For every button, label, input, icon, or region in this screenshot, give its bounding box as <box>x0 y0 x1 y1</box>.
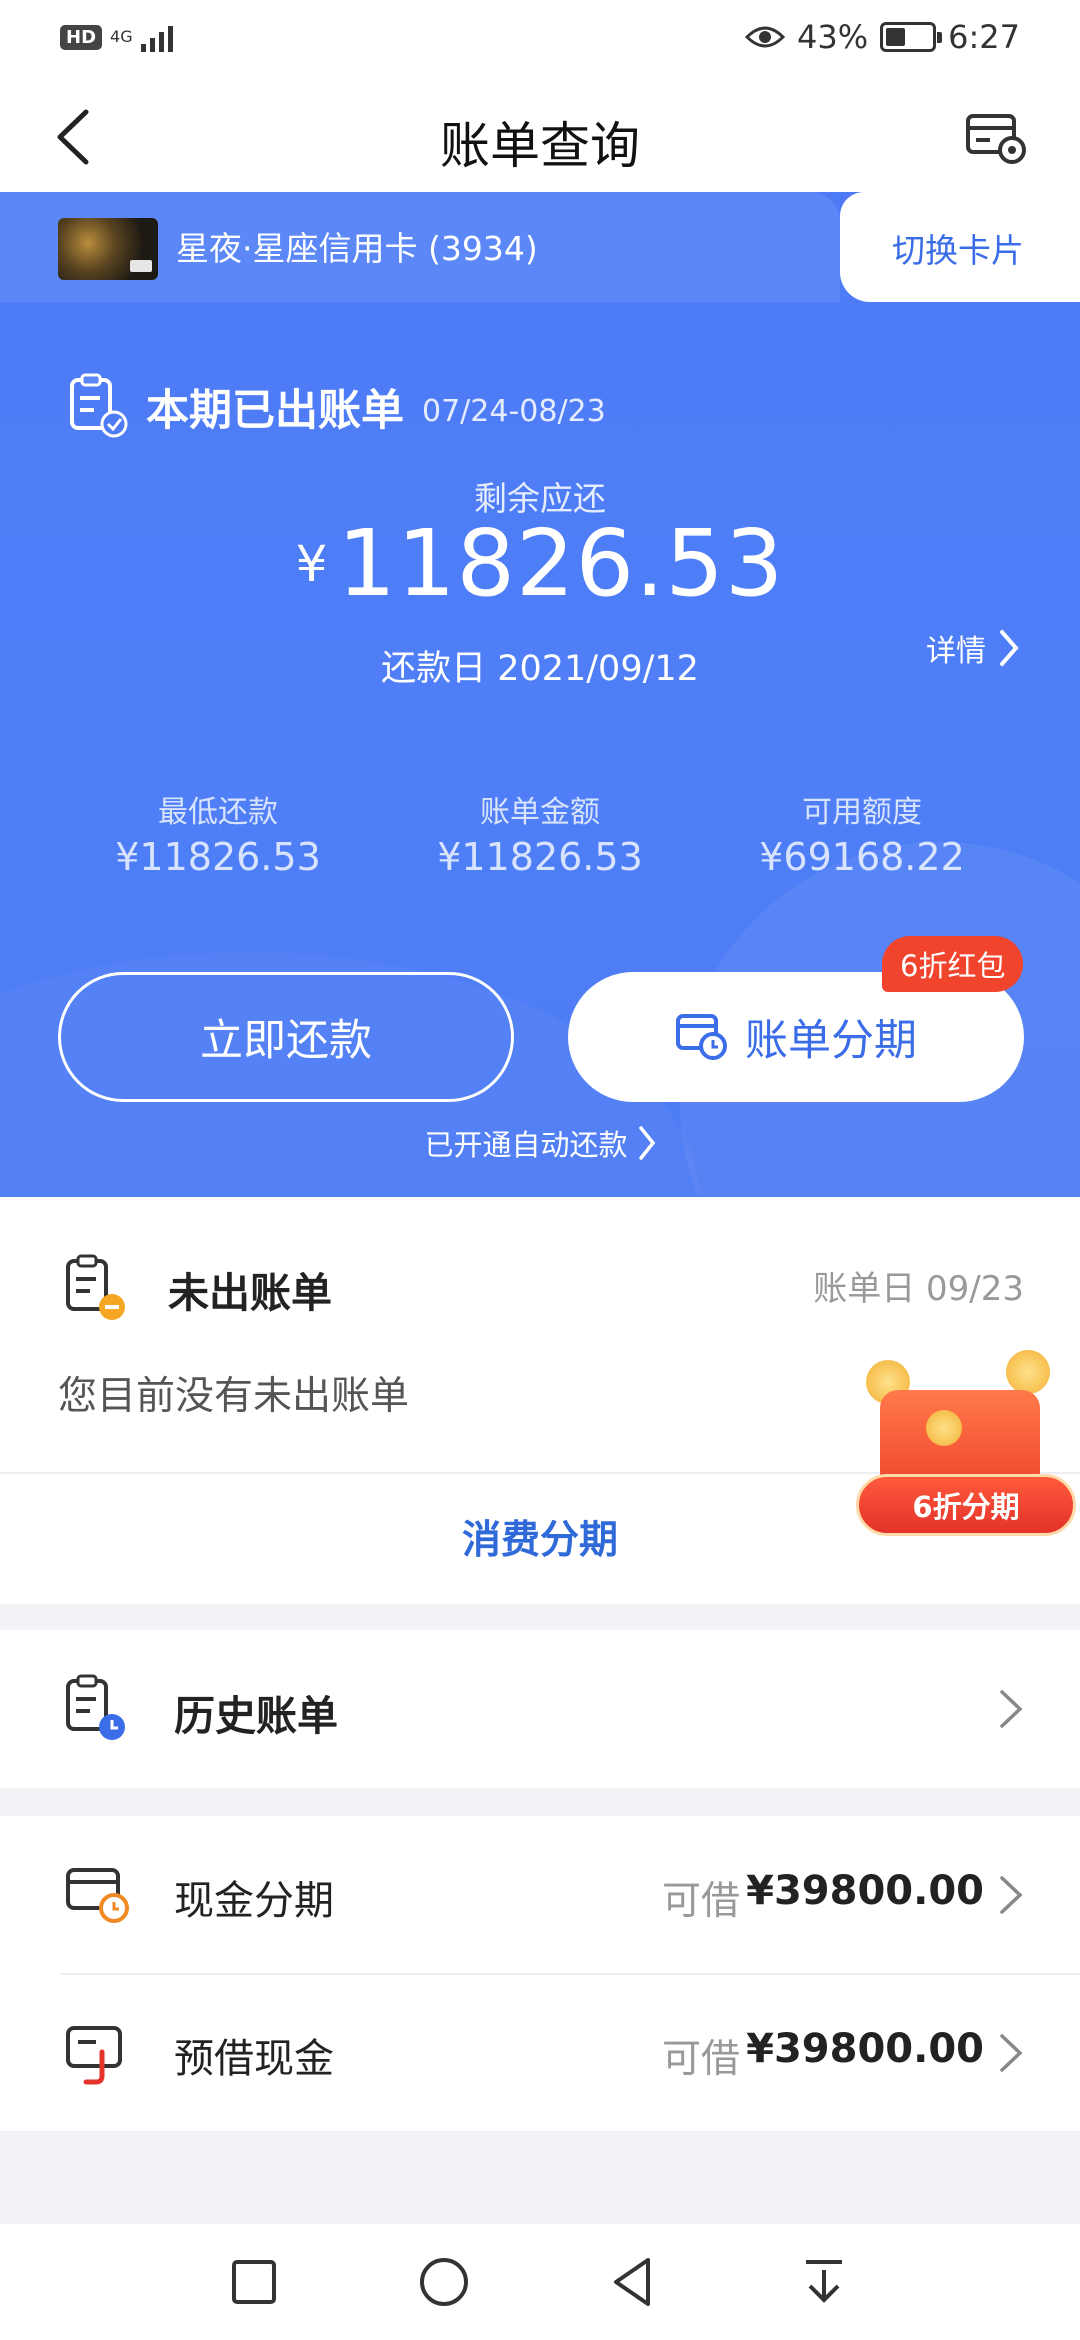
history-bills-row[interactable]: 历史账单 <box>0 1630 1080 1788</box>
status-bar: HD 4G 43% 6:27 <box>0 0 1080 80</box>
due-date: 还款日 2021/09/12 <box>381 649 699 689</box>
promo-badge: 6折红包 <box>882 936 1024 992</box>
chevron-right-icon <box>1000 630 1019 666</box>
signal-icon <box>140 22 173 52</box>
borrow-amount: ¥39800.00 <box>746 1868 984 1914</box>
remaining-amount: ¥11826.53 <box>0 510 1080 617</box>
stat-available-credit: 可用额度 ¥69168.22 <box>702 787 1022 879</box>
clock: 6:27 <box>948 18 1020 56</box>
bill-day: 账单日 09/23 <box>813 1269 1024 1309</box>
chevron-right-icon <box>638 1126 655 1160</box>
cash-section: 现金分期 可借 ¥39800.00 预借现金 可借 ¥39800.00 <box>0 1816 1080 2131</box>
app-header: 账单查询 <box>0 80 1080 192</box>
switch-card-label: 切换卡片 <box>892 231 1024 270</box>
bill-period: 07/24-08/23 <box>422 393 606 429</box>
chevron-right-icon <box>1000 1690 1023 1728</box>
stat-bill-amount: 账单金额 ¥11826.53 <box>380 787 700 879</box>
network-type: 4G <box>110 27 133 46</box>
chevron-right-icon <box>1000 2034 1023 2072</box>
cash-item-name: 现金分期 <box>174 1878 334 1924</box>
bill-stats: 最低还款 ¥11826.53 账单金额 ¥11826.53 可用额度 ¥6916… <box>0 787 1080 887</box>
battery-percent: 43% <box>797 18 869 56</box>
borrow-amount: ¥39800.00 <box>746 2026 984 2072</box>
detail-link[interactable]: 详情 <box>926 626 1020 670</box>
detail-label: 详情 <box>926 634 986 669</box>
chevron-right-icon <box>1000 1876 1023 1914</box>
cash-installment-icon <box>66 1868 129 1923</box>
cash-advance-icon <box>66 2026 122 2085</box>
bill-history-icon <box>66 1674 125 1740</box>
currency-symbol: ¥ <box>295 535 328 593</box>
bill-installment-label: 账单分期 <box>745 1016 917 1066</box>
card-name: 星夜·星座信用卡 (3934) <box>176 229 538 268</box>
borrow-label: 可借 <box>661 2037 740 2082</box>
cash-item-name: 预借现金 <box>174 2036 334 2082</box>
hd-badge: HD <box>60 24 103 50</box>
stat-label: 可用额度 <box>802 795 922 830</box>
home-circle-icon[interactable] <box>412 2250 476 2314</box>
stat-value: ¥11826.53 <box>115 835 321 879</box>
bill-check-icon <box>70 373 128 438</box>
red-packet-label: 6折分期 <box>856 1474 1076 1536</box>
red-packet-promo[interactable]: 6折分期 <box>856 1350 1076 1550</box>
history-title: 历史账单 <box>174 1692 338 1740</box>
autopay-label: 已开通自动还款 <box>424 1128 628 1162</box>
stat-min-payment: 最低还款 ¥11826.53 <box>58 787 378 879</box>
bill-pending-icon <box>66 1254 125 1320</box>
battery-icon <box>880 22 943 52</box>
back-triangle-icon[interactable] <box>602 2250 666 2314</box>
card-selector[interactable]: 星夜·星座信用卡 (3934) <box>0 192 840 302</box>
repay-now-button[interactable]: 立即还款 <box>58 972 514 1102</box>
remaining-value: 11826.53 <box>337 510 785 617</box>
eye-icon <box>745 26 786 48</box>
cash-advance-row[interactable]: 预借现金 可借 ¥39800.00 <box>0 1974 1080 2131</box>
current-bill-title: 本期已出账单 <box>146 386 404 436</box>
cash-installment-row[interactable]: 现金分期 可借 ¥39800.00 <box>0 1816 1080 1975</box>
switch-card-button[interactable]: 切换卡片 <box>840 192 1080 302</box>
stat-value: ¥69168.22 <box>759 835 965 879</box>
stat-value: ¥11826.53 <box>437 835 643 879</box>
page-title: 账单查询 <box>440 117 640 175</box>
card-thumbnail <box>58 218 158 280</box>
stat-label: 账单金额 <box>480 795 600 830</box>
autopay-link[interactable]: 已开通自动还款 <box>0 1122 1080 1164</box>
notification-pull-icon[interactable] <box>792 2250 856 2314</box>
system-nav-bar <box>0 2224 1080 2340</box>
borrow-label: 可借 <box>661 1879 740 1924</box>
empty-message: 您目前没有未出账单 <box>58 1374 410 1419</box>
recents-square-icon[interactable] <box>222 2250 286 2314</box>
unbilled-title: 未出账单 <box>168 1269 332 1317</box>
card-settings-icon <box>966 114 1026 164</box>
current-bill-panel: 星夜·星座信用卡 (3934) 切换卡片 本期已出账单 07/24-08/23 … <box>0 192 1080 1197</box>
installment-clock-icon <box>676 1014 727 1060</box>
stat-label: 最低还款 <box>158 795 278 830</box>
card-settings-button[interactable] <box>964 104 1030 170</box>
